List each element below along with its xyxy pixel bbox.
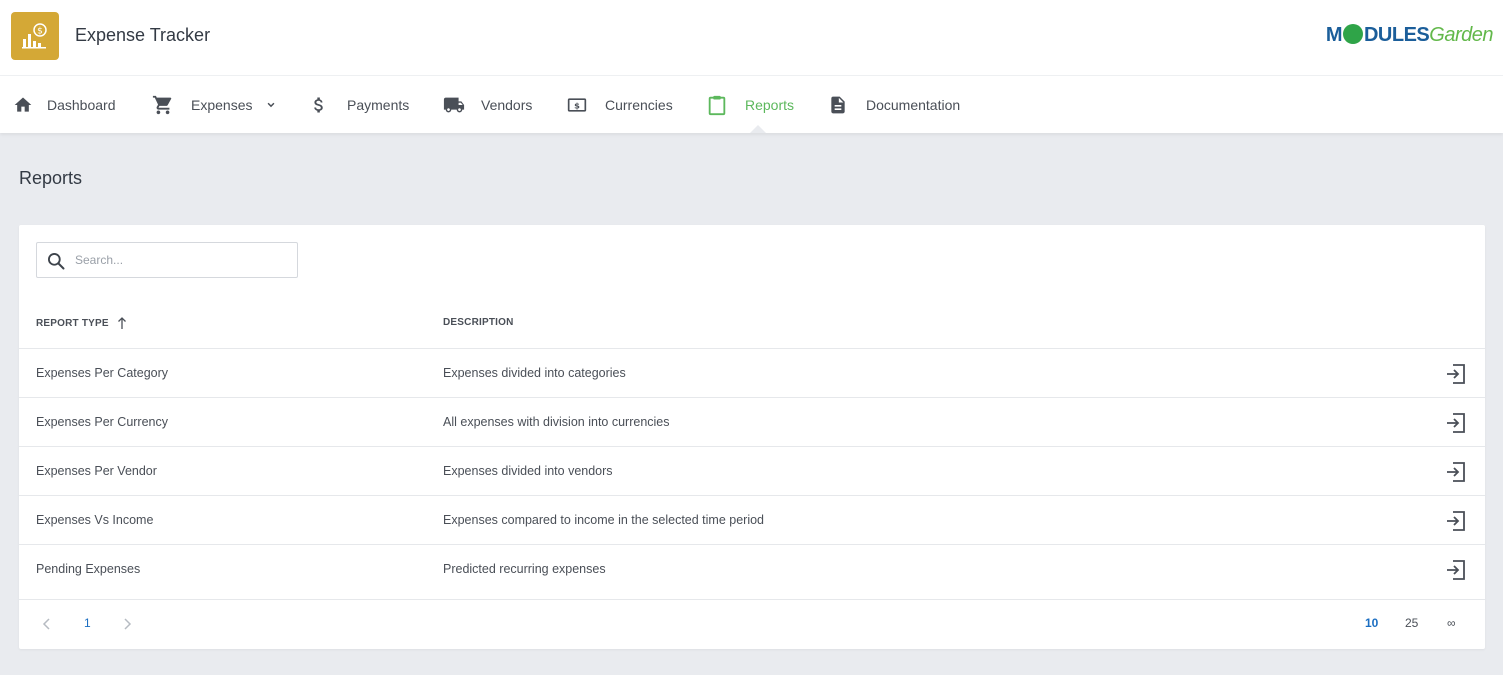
description-cell: Expenses divided into categories [443, 366, 626, 380]
home-icon [14, 97, 32, 112]
dollar-icon [314, 97, 323, 112]
open-report-icon[interactable] [1444, 558, 1468, 582]
table-row[interactable]: Expenses Per Category Expenses divided i… [19, 349, 1485, 398]
per-page-10[interactable]: 10 [1365, 616, 1378, 630]
nav-item-payments[interactable]: Payments [309, 76, 409, 133]
modulesgarden-logo[interactable]: M DULESGarden [1326, 24, 1493, 47]
open-report-icon[interactable] [1444, 460, 1468, 484]
per-page-25[interactable]: 25 [1405, 616, 1418, 630]
description-cell: Expenses divided into vendors [443, 464, 613, 478]
open-report-icon[interactable] [1444, 509, 1468, 533]
column-header-label: DESCRIPTION [443, 317, 514, 328]
nav-label: Payments [347, 96, 410, 113]
nav-item-dashboard[interactable]: Dashboard [13, 76, 116, 133]
svg-text:$: $ [574, 100, 580, 110]
column-header-report-type[interactable]: REPORT TYPE [36, 317, 127, 329]
prev-page-icon[interactable] [41, 617, 53, 631]
nav-item-vendors[interactable]: Vendors [441, 76, 532, 133]
brand-text-m: M [1325, 24, 1343, 46]
table-row[interactable]: Pending Expenses Predicted recurring exp… [19, 545, 1485, 600]
globe-icon [1342, 24, 1363, 44]
app-logo-icon[interactable]: $ [11, 12, 59, 60]
sort-ascending-icon[interactable] [117, 317, 127, 329]
truck-icon [443, 97, 465, 112]
search-input[interactable] [75, 243, 295, 277]
nav-item-expenses[interactable]: Expenses [151, 76, 278, 133]
nav-label: Reports [745, 96, 795, 113]
description-cell: Predicted recurring expenses [443, 562, 606, 576]
nav-label: Dashboard [47, 96, 116, 113]
table-row[interactable]: Expenses Per Vendor Expenses divided int… [19, 447, 1485, 496]
report-type-cell: Pending Expenses [36, 562, 141, 576]
page-number-current[interactable]: 1 [84, 616, 91, 630]
nav-label: Documentation [866, 96, 961, 113]
search-icon [48, 252, 65, 270]
money-icon: $ [567, 97, 587, 112]
next-page-icon[interactable] [121, 617, 133, 631]
column-header-description[interactable]: DESCRIPTION [443, 317, 514, 328]
report-type-cell: Expenses Per Category [36, 366, 169, 380]
page-title: Reports [19, 168, 83, 188]
brand-text-dules: DULES [1363, 24, 1430, 46]
description-cell: All expenses with division into currenci… [443, 415, 670, 429]
column-header-label: REPORT TYPE [36, 317, 109, 329]
document-icon [831, 96, 845, 113]
nav-item-currencies[interactable]: $ Currencies [566, 76, 673, 133]
chevron-down-icon[interactable] [264, 98, 278, 112]
active-nav-indicator [750, 125, 766, 133]
report-type-cell: Expenses Per Vendor [36, 464, 157, 478]
table-row[interactable]: Expenses Per Currency All expenses with … [19, 398, 1485, 447]
brand-text-garden: Garden [1429, 24, 1493, 46]
app-header: $ Expense Tracker M DULESGarden [0, 0, 1503, 76]
search-box[interactable] [36, 242, 298, 278]
description-cell: Expenses compared to income in the selec… [443, 513, 765, 527]
nav-label: Expenses [191, 96, 253, 113]
nav-item-documentation[interactable]: Documentation [828, 76, 960, 133]
table-row[interactable]: Expenses Vs Income Expenses compared to … [19, 496, 1485, 545]
report-type-cell: Expenses Per Currency [36, 415, 169, 429]
reports-panel: REPORT TYPE DESCRIPTION Expenses Per Cat… [19, 225, 1485, 649]
cart-icon [152, 95, 172, 114]
per-page-all[interactable]: ∞ [1447, 616, 1456, 630]
clipboard-icon [708, 95, 726, 115]
open-report-icon[interactable] [1444, 411, 1468, 435]
nav-label: Currencies [605, 96, 673, 113]
report-type-cell: Expenses Vs Income [36, 513, 154, 527]
app-title: Expense Tracker [75, 25, 211, 45]
svg-text:$: $ [37, 27, 43, 37]
open-report-icon[interactable] [1444, 362, 1468, 386]
nav-label: Vendors [481, 96, 533, 113]
